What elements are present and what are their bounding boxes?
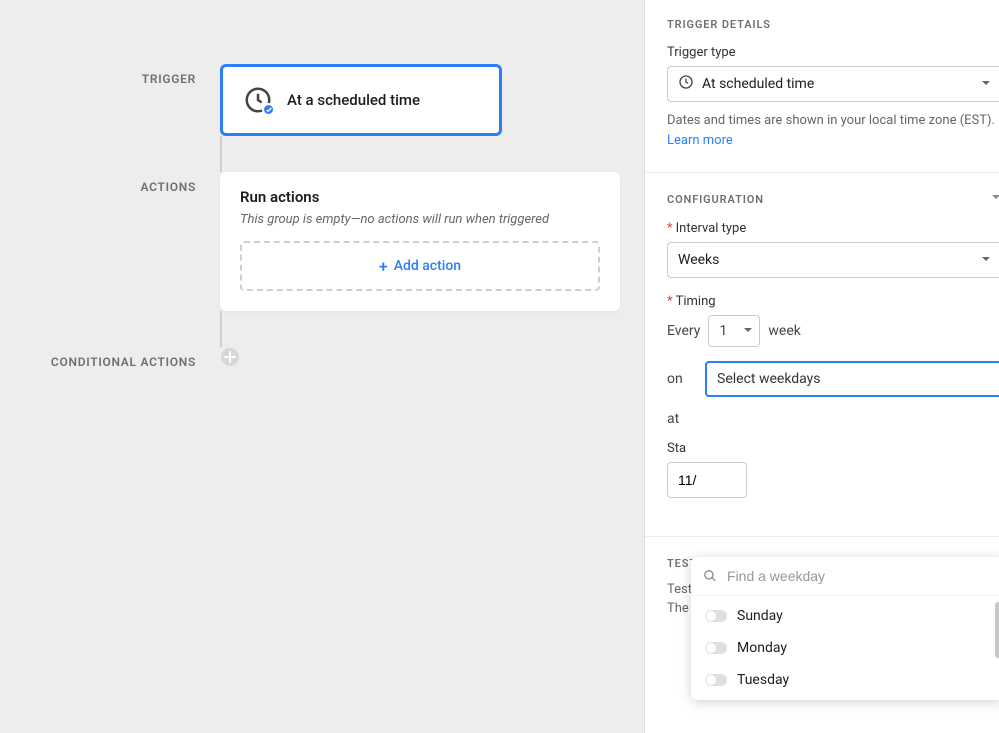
weekday-option-label: Tuesday [737, 672, 789, 688]
toggle-icon [705, 610, 727, 622]
trigger-type-select[interactable]: At scheduled time [667, 66, 999, 102]
workflow-canvas: TRIGGER At a scheduled time [0, 0, 644, 733]
weekday-option-label: Sunday [737, 608, 783, 624]
weekday-dropdown: Sunday Monday Tuesday [691, 557, 999, 700]
weekday-option[interactable]: Tuesday [691, 664, 999, 696]
check-badge-icon [262, 103, 275, 116]
caret-down-icon [981, 76, 991, 92]
trigger-section-label: TRIGGER [142, 72, 196, 86]
connector-line [220, 136, 222, 172]
toggle-icon [705, 642, 727, 654]
interval-type-select[interactable]: Weeks [667, 242, 999, 278]
actions-section-label: ACTIONS [140, 180, 196, 194]
every-count-select[interactable]: 1 [708, 315, 760, 347]
interval-type-label: *Interval type [667, 221, 999, 236]
weekday-option[interactable]: Monday [691, 632, 999, 664]
trigger-details-section: TRIGGER DETAILS Trigger type At schedule… [645, 0, 999, 173]
details-panel: TRIGGER DETAILS Trigger type At schedule… [644, 0, 999, 733]
weekday-option[interactable]: Sunday [691, 600, 999, 632]
caret-down-icon [743, 323, 753, 339]
interval-type-value: Weeks [678, 252, 719, 268]
actions-empty-message: This group is empty—no actions will run … [240, 212, 600, 227]
timing-label: *Timing [667, 294, 999, 309]
trigger-type-label: Trigger type [667, 45, 999, 60]
trigger-card-title: At a scheduled time [287, 91, 420, 109]
add-action-label: Add action [394, 258, 461, 274]
trigger-details-header: TRIGGER DETAILS [667, 18, 999, 31]
conditional-actions-label: CONDITIONAL ACTIONS [51, 355, 196, 369]
timezone-note: Dates and times are shown in your local … [667, 112, 999, 150]
on-label: on [667, 371, 697, 387]
caret-down-icon [981, 252, 991, 268]
every-label: Every [667, 323, 700, 339]
learn-more-link[interactable]: Learn more [667, 132, 999, 150]
add-conditional-button[interactable] [220, 347, 644, 367]
actions-card-title: Run actions [240, 188, 600, 206]
chevron-down-icon[interactable] [990, 191, 999, 207]
plus-icon: + [379, 257, 388, 276]
add-action-button[interactable]: + Add action [240, 241, 600, 291]
configuration-header: CONFIGURATION [667, 193, 764, 206]
start-date-field[interactable] [667, 462, 747, 498]
scrollbar[interactable] [995, 602, 999, 658]
toggle-icon [705, 674, 727, 686]
weekday-select-placeholder: Select weekdays [717, 371, 821, 387]
trigger-type-value: At scheduled time [702, 76, 814, 92]
trigger-card[interactable]: At a scheduled time [220, 64, 502, 136]
configuration-section: CONFIGURATION *Interval type Weeks *Timi… [645, 173, 999, 537]
clock-icon [243, 85, 273, 115]
weekday-search-input[interactable] [725, 567, 992, 585]
actions-card: Run actions This group is empty—no actio… [220, 172, 620, 311]
weekday-option-label: Monday [737, 640, 787, 656]
clock-icon [678, 74, 694, 94]
connector-line [220, 311, 222, 347]
weekday-select[interactable]: Select weekdays [705, 361, 999, 397]
every-count-value: 1 [719, 323, 727, 339]
search-icon [703, 569, 717, 583]
week-unit-label: week [768, 323, 800, 339]
start-label: Sta [667, 441, 999, 456]
at-label: at [667, 411, 697, 427]
